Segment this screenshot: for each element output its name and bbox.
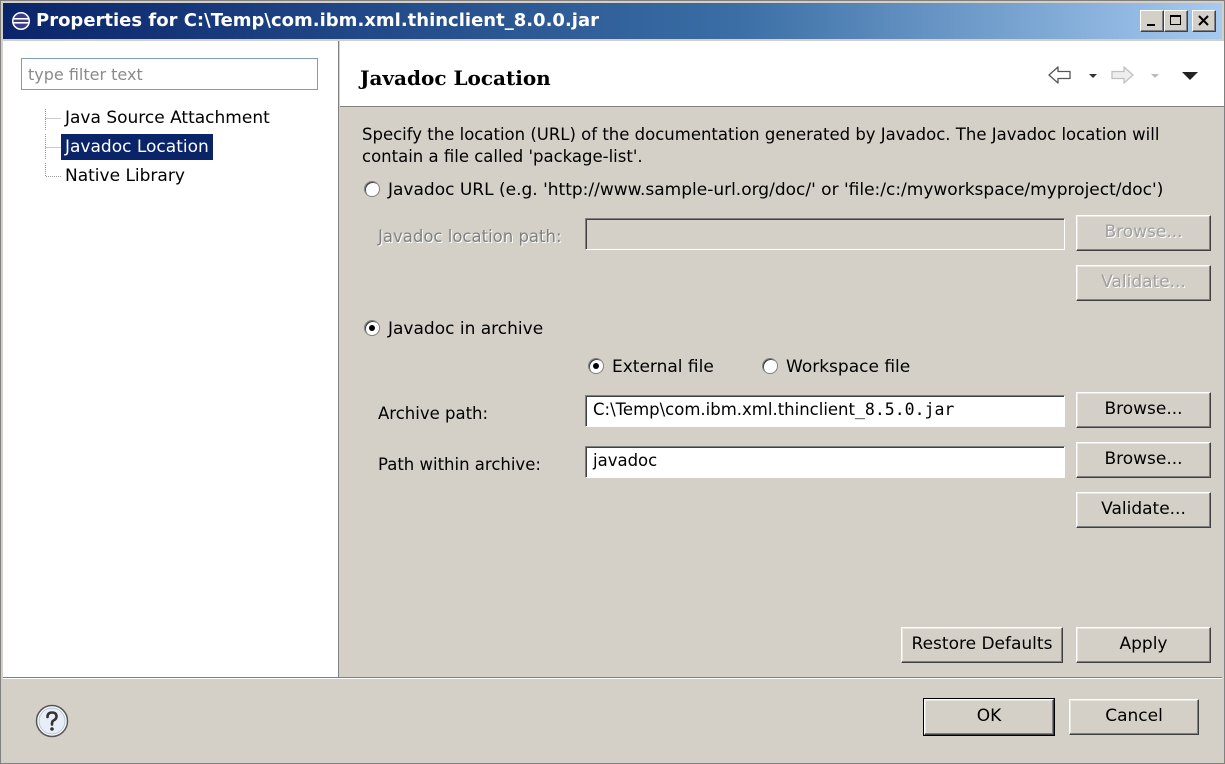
browse-archive-button[interactable]: Browse... (1076, 392, 1211, 428)
dropdown-icon (1151, 74, 1159, 78)
eclipse-icon (12, 12, 30, 30)
properties-dialog: Properties for C:\Temp\com.ibm.xml.thinc… (0, 0, 1225, 764)
restore-defaults-button[interactable]: Restore Defaults (901, 627, 1063, 663)
ok-button[interactable]: OK (923, 698, 1055, 736)
archive-path-field[interactable]: C:\Temp\com.ibm.xml.thinclient_8.5.0.jar (585, 395, 1065, 427)
javadoc-location-path-label: Javadoc location path: (378, 227, 562, 246)
path-within-archive-label: Path within archive: (378, 455, 541, 474)
archive-path-version: _8.5.0.jar (855, 400, 955, 419)
button-bar: OK Cancel (3, 677, 1222, 761)
archive-path-label: Archive path: (378, 404, 489, 423)
cancel-button[interactable]: Cancel (1069, 699, 1199, 735)
page-content: Specify the location (URL) of the docume… (340, 108, 1224, 677)
close-icon (1198, 15, 1209, 26)
maximize-icon (1170, 15, 1181, 25)
external-file-label: External file (612, 357, 714, 377)
radio-button[interactable] (762, 358, 778, 374)
close-button[interactable] (1192, 10, 1216, 32)
page-title: Javadoc Location (360, 66, 551, 90)
help-icon[interactable] (35, 704, 69, 738)
external-file-radio[interactable]: External file (588, 357, 714, 377)
tree-connector (45, 134, 61, 160)
title-bar[interactable]: Properties for C:\Temp\com.ibm.xml.thinc… (3, 3, 1222, 39)
minimize-button[interactable] (1140, 10, 1164, 32)
javadoc-location-path-field[interactable] (585, 218, 1065, 250)
filter-input[interactable] (21, 58, 318, 90)
javadoc-url-radio[interactable]: Javadoc URL (e.g. 'http://www.sample-url… (364, 180, 1163, 200)
browse-within-archive-button[interactable]: Browse... (1076, 442, 1211, 478)
property-page: Javadoc Location Specify the location (U… (340, 41, 1224, 677)
tree-item-label: Javadoc Location (61, 134, 213, 160)
page-description: Specify the location (URL) of the docume… (362, 125, 1160, 166)
view-menu-icon[interactable] (1180, 63, 1200, 87)
page-header: Javadoc Location (340, 41, 1224, 107)
tree-connector (45, 109, 61, 131)
radio-button[interactable] (364, 181, 380, 197)
browse-url-button[interactable]: Browse... (1076, 215, 1211, 251)
maximize-button[interactable] (1164, 10, 1188, 32)
workspace-file-label: Workspace file (786, 357, 911, 377)
back-arrow-icon[interactable] (1046, 63, 1074, 87)
validate-archive-button[interactable]: Validate... (1076, 492, 1211, 528)
minimize-icon (1147, 24, 1155, 26)
tree-connector (45, 163, 61, 177)
forward-arrow-icon (1111, 66, 1134, 84)
javadoc-url-label: Javadoc URL (e.g. 'http://www.sample-url… (388, 180, 1164, 200)
window-title: Properties for C:\Temp\com.ibm.xml.thinc… (36, 10, 599, 31)
radio-button[interactable] (588, 358, 604, 374)
path-within-archive-field[interactable]: javadoc (585, 446, 1065, 478)
javadoc-in-archive-radio[interactable]: Javadoc in archive (364, 319, 543, 339)
sidebar: Java Source Attachment Javadoc Location … (3, 41, 339, 677)
archive-path-value: C:\Temp\com.ibm.xml.thinclient (593, 400, 855, 419)
tree-item-label: Java Source Attachment (65, 108, 270, 128)
radio-button[interactable] (364, 320, 380, 336)
javadoc-in-archive-label: Javadoc in archive (388, 319, 544, 339)
apply-button[interactable]: Apply (1076, 627, 1211, 663)
validate-url-button[interactable]: Validate... (1076, 265, 1211, 301)
workspace-file-radio[interactable]: Workspace file (762, 357, 910, 377)
tree-item-label: Native Library (65, 166, 185, 186)
dropdown-icon[interactable] (1088, 63, 1098, 87)
